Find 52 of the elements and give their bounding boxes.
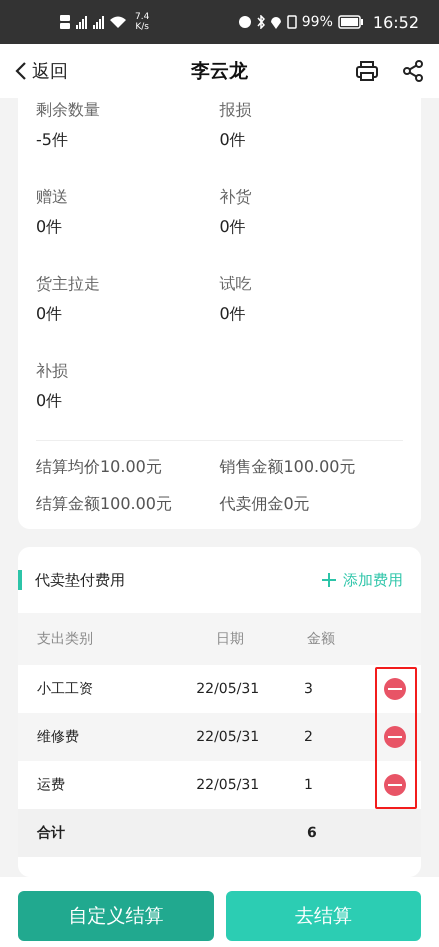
column-header: 支出类别 [37, 630, 94, 648]
back-button[interactable]: 返回 [14, 59, 68, 83]
page-title: 李云龙 [191, 59, 248, 84]
summary-text: 代卖佣金0元 [220, 494, 311, 515]
stat-value: 0件 [36, 217, 64, 238]
clock-time: 16:52 [372, 12, 419, 32]
stat-value: -5件 [36, 130, 69, 151]
table-cell-text: 小工工资 [37, 680, 94, 698]
table-cell-text: 合计 [37, 824, 66, 842]
table-cell-text: 6 [306, 825, 318, 841]
battery-icon [338, 15, 364, 29]
table-cell-text: 22/05/31 [195, 777, 260, 793]
remove-icon[interactable] [383, 725, 407, 749]
battery-percent: 99% [302, 14, 333, 30]
stat-label: 赠送 [36, 187, 69, 208]
table-cell-text: 运费 [37, 776, 66, 794]
section-title: 代卖垫付费用 [35, 570, 125, 590]
stat-label: 补损 [36, 361, 69, 382]
summary-text: 结算均价10.00元 [36, 457, 163, 478]
speed-value: 7.4 [135, 12, 150, 22]
bluetooth-icon [256, 15, 265, 29]
table-cell-text: 22/05/31 [195, 729, 260, 745]
summary-text: 销售金额100.00元 [220, 457, 356, 478]
table-cell-text: 2 [302, 729, 314, 745]
column-header: 日期 [215, 630, 245, 648]
printer-icon[interactable] [355, 59, 379, 83]
add-expense-button[interactable]: 添加费用 [321, 570, 403, 590]
speed-unit: K/s [135, 22, 149, 32]
stat-value: 0件 [36, 304, 64, 325]
table-cell-text: 22/05/31 [195, 681, 260, 697]
remove-icon[interactable] [383, 773, 407, 797]
settle-button[interactable]: 去结算 [226, 891, 421, 941]
stat-label: 货主拉走 [36, 274, 101, 295]
chevron-left-icon [14, 61, 28, 81]
stat-value: 0件 [220, 304, 247, 325]
settle-button[interactable]: 自定义结算 [18, 891, 214, 941]
table-cell-text: 维修费 [37, 728, 80, 746]
stat-label: 补货 [220, 187, 252, 208]
stat-label: 报损 [220, 100, 252, 121]
table-cell-text: 1 [302, 777, 314, 793]
remove-icon[interactable] [383, 677, 407, 701]
plus-icon [321, 572, 337, 588]
stat-value: 0件 [36, 391, 64, 412]
stat-label: 剩余数量 [36, 100, 101, 121]
stat-label: 试吃 [220, 274, 252, 295]
location-icon [270, 15, 282, 29]
stat-value: 0件 [220, 130, 247, 151]
column-header: 金额 [306, 630, 336, 648]
table-cell-text: 3 [302, 681, 314, 697]
share-icon[interactable] [401, 59, 425, 83]
summary-text: 结算金额100.00元 [36, 494, 173, 515]
stat-value: 0件 [220, 217, 247, 238]
